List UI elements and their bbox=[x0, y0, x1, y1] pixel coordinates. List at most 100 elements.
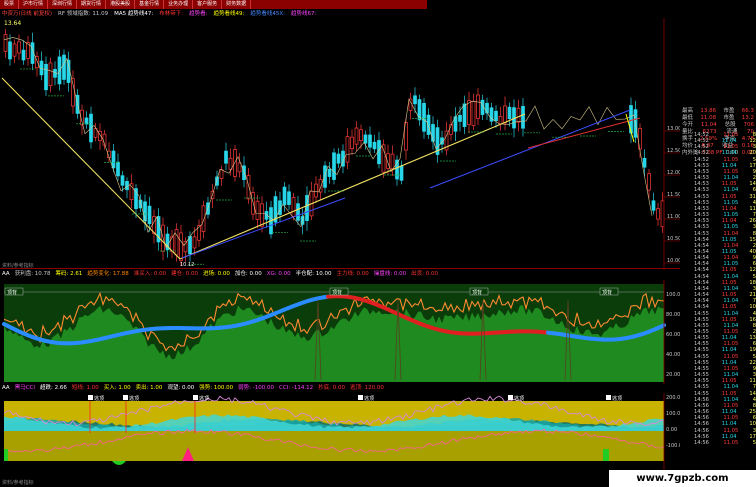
tick-list[interactable]: 14:52 11.05 8 14:52 11.04 12 14:52 11.05 3 14:52 1… bbox=[694, 132, 756, 446]
menu-item[interactable]: 深圳行情 bbox=[48, 0, 78, 9]
candle-body bbox=[480, 99, 485, 115]
candle-body bbox=[332, 152, 336, 180]
tag-label: 逃顶 bbox=[94, 395, 104, 402]
candle-body bbox=[120, 175, 125, 186]
candle-body bbox=[44, 63, 48, 91]
indicator2-axis-label: -100.0 bbox=[666, 443, 680, 449]
candle-body bbox=[642, 157, 647, 168]
quote-cell: 13.2 bbox=[741, 115, 754, 121]
indicator-value-label: 获利盘: 10.78 bbox=[14, 271, 51, 277]
quote-cell: 最高 bbox=[682, 108, 694, 114]
candle-body bbox=[408, 98, 413, 111]
price-axis-label: 11.00 bbox=[667, 214, 680, 220]
indicator2-axis-label: 200.0 bbox=[666, 395, 680, 401]
candle-body bbox=[494, 110, 498, 122]
menu-item[interactable]: 沪市行情 bbox=[19, 0, 49, 9]
candle-body bbox=[296, 203, 300, 221]
main-price-chart[interactable]: 13.64 13.00 12.50 12.00 11.50 11.00 10.50 10.0… bbox=[0, 18, 680, 270]
main-chart-bg bbox=[0, 18, 680, 270]
candle-body bbox=[458, 115, 462, 122]
escape-top-tag: 逃顶 bbox=[358, 395, 374, 402]
candle-body bbox=[413, 95, 417, 105]
candle-body bbox=[17, 41, 21, 54]
indicator-value-label: 趋势变化: 17.88 bbox=[87, 271, 129, 277]
indicator-value-label: RF 领域指数: 11.09 bbox=[58, 11, 109, 17]
indicator2-axis: 200.0 100.0 0.00 -100.0 bbox=[663, 393, 680, 478]
candle-body bbox=[219, 169, 224, 179]
indicator-value-label: 卖出: 1.00 bbox=[135, 385, 163, 391]
candle-body bbox=[498, 116, 503, 125]
menu-item[interactable]: 客户服务 bbox=[193, 0, 223, 9]
candle-body bbox=[282, 186, 287, 206]
candle-body bbox=[246, 175, 251, 200]
indicator-value-label: 建仓: 0.00 bbox=[171, 271, 198, 277]
candle-body bbox=[507, 106, 512, 120]
candle-body bbox=[111, 150, 116, 169]
menu-item[interactable]: 期货行情 bbox=[77, 0, 107, 9]
indicator-value-label: 逃顶: 120.00 bbox=[350, 385, 384, 391]
indicator2-chart[interactable]: 逃顶 逃顶 逃顶 逃顶 逃顶 逃顶 200.0 100.0 0.00 -100.0 bbox=[0, 393, 680, 478]
indicator-value-label: 趋势看线49: bbox=[213, 11, 245, 17]
tag-label: 逃顶 bbox=[514, 395, 524, 402]
top-divergence-tag: 顶背 bbox=[329, 287, 349, 296]
tag-box bbox=[193, 395, 198, 400]
escape-top-tag: 逃顶 bbox=[88, 395, 104, 402]
candle-body bbox=[426, 114, 431, 135]
indicator1-axis-label: 80.00 bbox=[666, 312, 680, 318]
candle-body bbox=[651, 200, 656, 211]
panel-divider bbox=[0, 268, 680, 269]
quote-cell: 最低 bbox=[682, 115, 694, 121]
menu-item[interactable]: 股票 bbox=[0, 0, 20, 9]
candle-body bbox=[228, 157, 233, 170]
candle-body bbox=[516, 107, 521, 123]
price-axis-label: 12.00 bbox=[667, 170, 680, 176]
indicator-value-label: 买入: 1.00 bbox=[103, 385, 131, 391]
tick-cell: 11.05 bbox=[723, 439, 739, 446]
quote-cell: 706 bbox=[743, 122, 755, 128]
watermark: www.7gpzb.com bbox=[609, 470, 756, 487]
candle-body bbox=[422, 102, 426, 132]
candle-body bbox=[12, 43, 17, 57]
price-axis-label: 10.00 bbox=[667, 258, 680, 264]
indicator-value-label: 进场: 0.00 bbox=[202, 271, 230, 277]
tag-box bbox=[358, 395, 363, 400]
candle-body bbox=[350, 136, 354, 150]
quote-cell: 量比 bbox=[682, 129, 694, 135]
candle-body bbox=[327, 168, 332, 177]
candle-body bbox=[521, 106, 525, 129]
level-bar bbox=[4, 449, 8, 461]
candle-body bbox=[8, 41, 12, 60]
tag-box bbox=[123, 395, 128, 400]
menu-item[interactable]: 业务办理 bbox=[164, 0, 194, 9]
indicator-value-label: 黑马CCI bbox=[14, 385, 35, 391]
level-bar bbox=[603, 449, 609, 461]
tag-box bbox=[88, 395, 93, 400]
indicator1-axis-label: 100.00 bbox=[666, 292, 680, 298]
candle-body bbox=[39, 60, 44, 76]
candle-body bbox=[381, 144, 386, 173]
candle-body bbox=[116, 161, 120, 177]
indicator1-axis-label: 60.00 bbox=[666, 332, 680, 338]
indicator1-ribbon bbox=[658, 323, 666, 330]
candle-body bbox=[647, 173, 651, 191]
candle-body bbox=[363, 134, 368, 144]
candle-body bbox=[224, 150, 228, 164]
candle-body bbox=[71, 78, 75, 107]
quote-cell: 市盈 bbox=[723, 115, 735, 121]
indicator1-chart[interactable]: 顶背 顶背 顶背 顶背 100.00 80.00 60.00 40.00 20.00 bbox=[0, 280, 680, 384]
candle-body bbox=[390, 153, 395, 169]
tag-label: 顶背 bbox=[602, 289, 612, 296]
indicator2-axis-label: 0.00 bbox=[666, 427, 677, 433]
candle-body bbox=[53, 69, 57, 78]
candle-body bbox=[377, 140, 381, 165]
price-axis-label: 12.50 bbox=[667, 148, 680, 154]
indicator1-axis-label: 40.00 bbox=[666, 352, 680, 358]
top-divergence-tag: 顶背 bbox=[599, 287, 619, 296]
menu-item[interactable]: 基金行情 bbox=[135, 0, 165, 9]
indicator-value-label: 操盘线: 0.00 bbox=[373, 271, 407, 277]
menu-item[interactable]: 财务数据 bbox=[222, 0, 252, 9]
menu-item[interactable]: 港股美股 bbox=[106, 0, 136, 9]
candle-body bbox=[192, 236, 197, 249]
top-divergence-tag: 顶背 bbox=[469, 287, 489, 296]
escape-top-tag: 逃顶 bbox=[193, 395, 209, 402]
